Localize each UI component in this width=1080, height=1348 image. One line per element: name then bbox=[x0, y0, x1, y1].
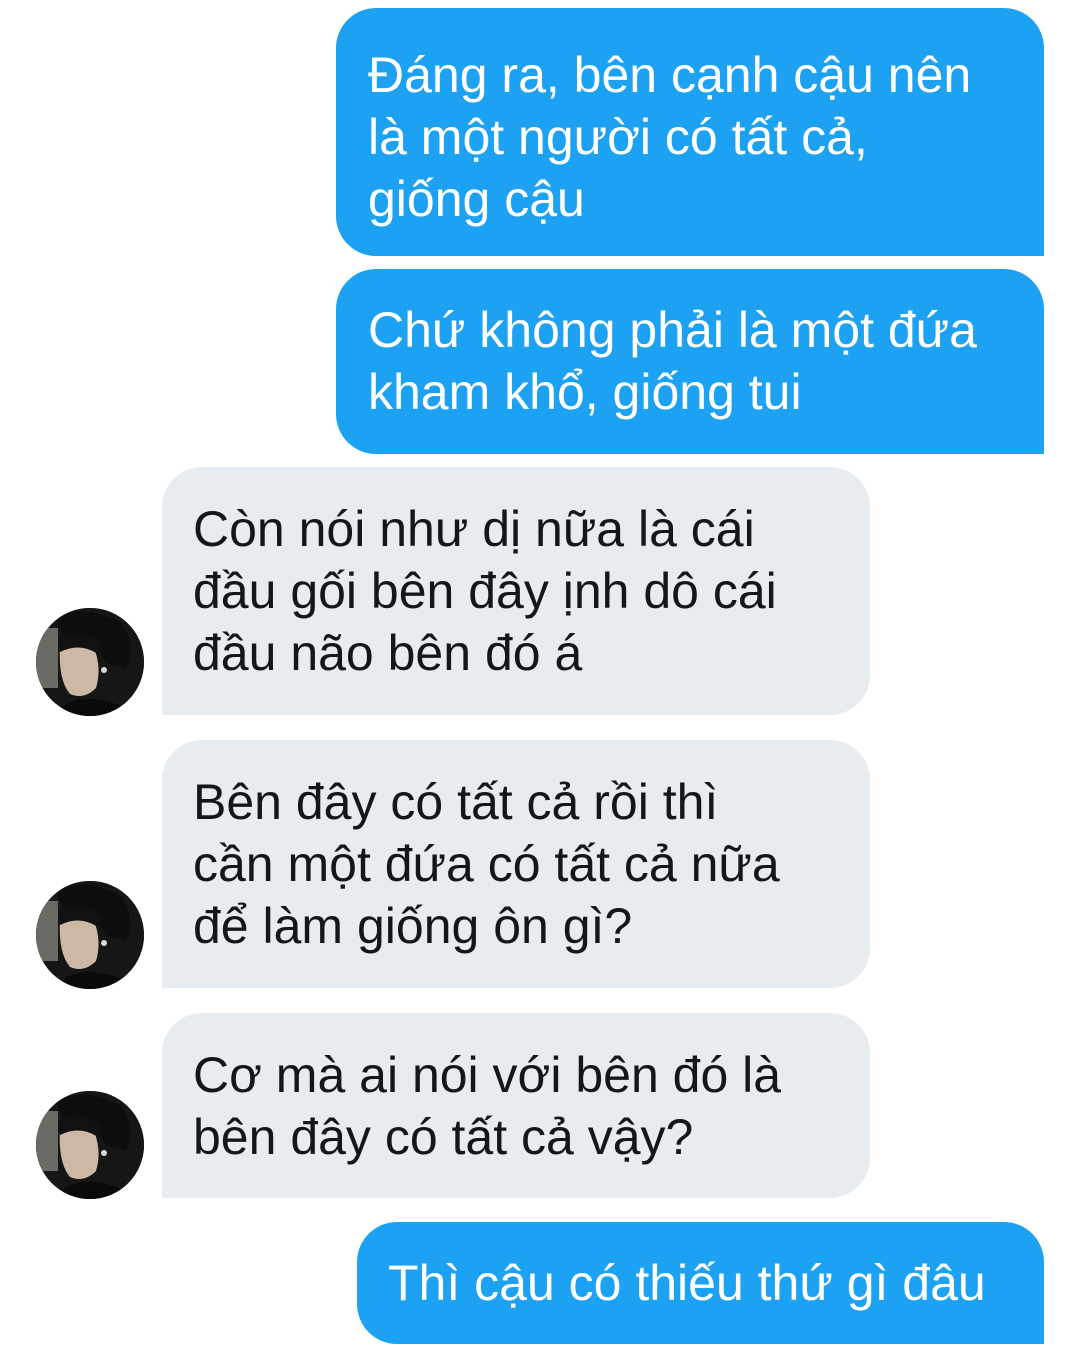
message-text-line: bên đây có tất cả vậy? bbox=[193, 1109, 694, 1165]
message-text-line: đầu gối bên đây ịnh dô cái bbox=[193, 563, 777, 619]
sent-message-bubble[interactable]: Đáng ra, bên cạnh cậu nên là một người c… bbox=[336, 8, 1044, 256]
sent-message-bubble[interactable]: Chứ không phải là một đứa kham khổ, giốn… bbox=[336, 269, 1044, 454]
received-message-bubble[interactable]: Bên đây có tất cả rồi thì cần một đứa có… bbox=[162, 740, 870, 988]
sent-message-bubble[interactable]: Thì cậu có thiếu thứ gì đâu bbox=[357, 1222, 1044, 1344]
profile-photo-avatar-icon[interactable] bbox=[36, 1091, 144, 1199]
received-message-bubble[interactable]: Còn nói như dị nữa là cái đầu gối bên đâ… bbox=[162, 467, 870, 715]
message-text-line: kham khổ, giống tui bbox=[368, 364, 802, 420]
message-text-line: cần một đứa có tất cả nữa bbox=[193, 836, 780, 892]
received-message-bubble[interactable]: Cơ mà ai nói với bên đó là bên đây có tấ… bbox=[162, 1013, 870, 1198]
message-text-line: Đáng ra, bên cạnh cậu nên bbox=[368, 47, 972, 103]
message-text-line: là một người có tất cả, bbox=[368, 109, 868, 165]
message-text-line: giống cậu bbox=[368, 171, 585, 227]
profile-photo-avatar-icon[interactable] bbox=[36, 881, 144, 989]
profile-photo-avatar-icon[interactable] bbox=[36, 608, 144, 716]
message-text-line: Bên đây có tất cả rồi thì bbox=[193, 774, 719, 830]
message-text-line: Chứ không phải là một đứa bbox=[368, 302, 977, 358]
message-text-line: Cơ mà ai nói với bên đó là bbox=[193, 1047, 782, 1103]
message-text-line: Còn nói như dị nữa là cái bbox=[193, 501, 755, 557]
message-text-line: Thì cậu có thiếu thứ gì đâu bbox=[388, 1255, 986, 1311]
message-text-line: đầu não bên đó á bbox=[193, 625, 583, 681]
message-text-line: để làm giống ôn gì? bbox=[193, 898, 633, 954]
